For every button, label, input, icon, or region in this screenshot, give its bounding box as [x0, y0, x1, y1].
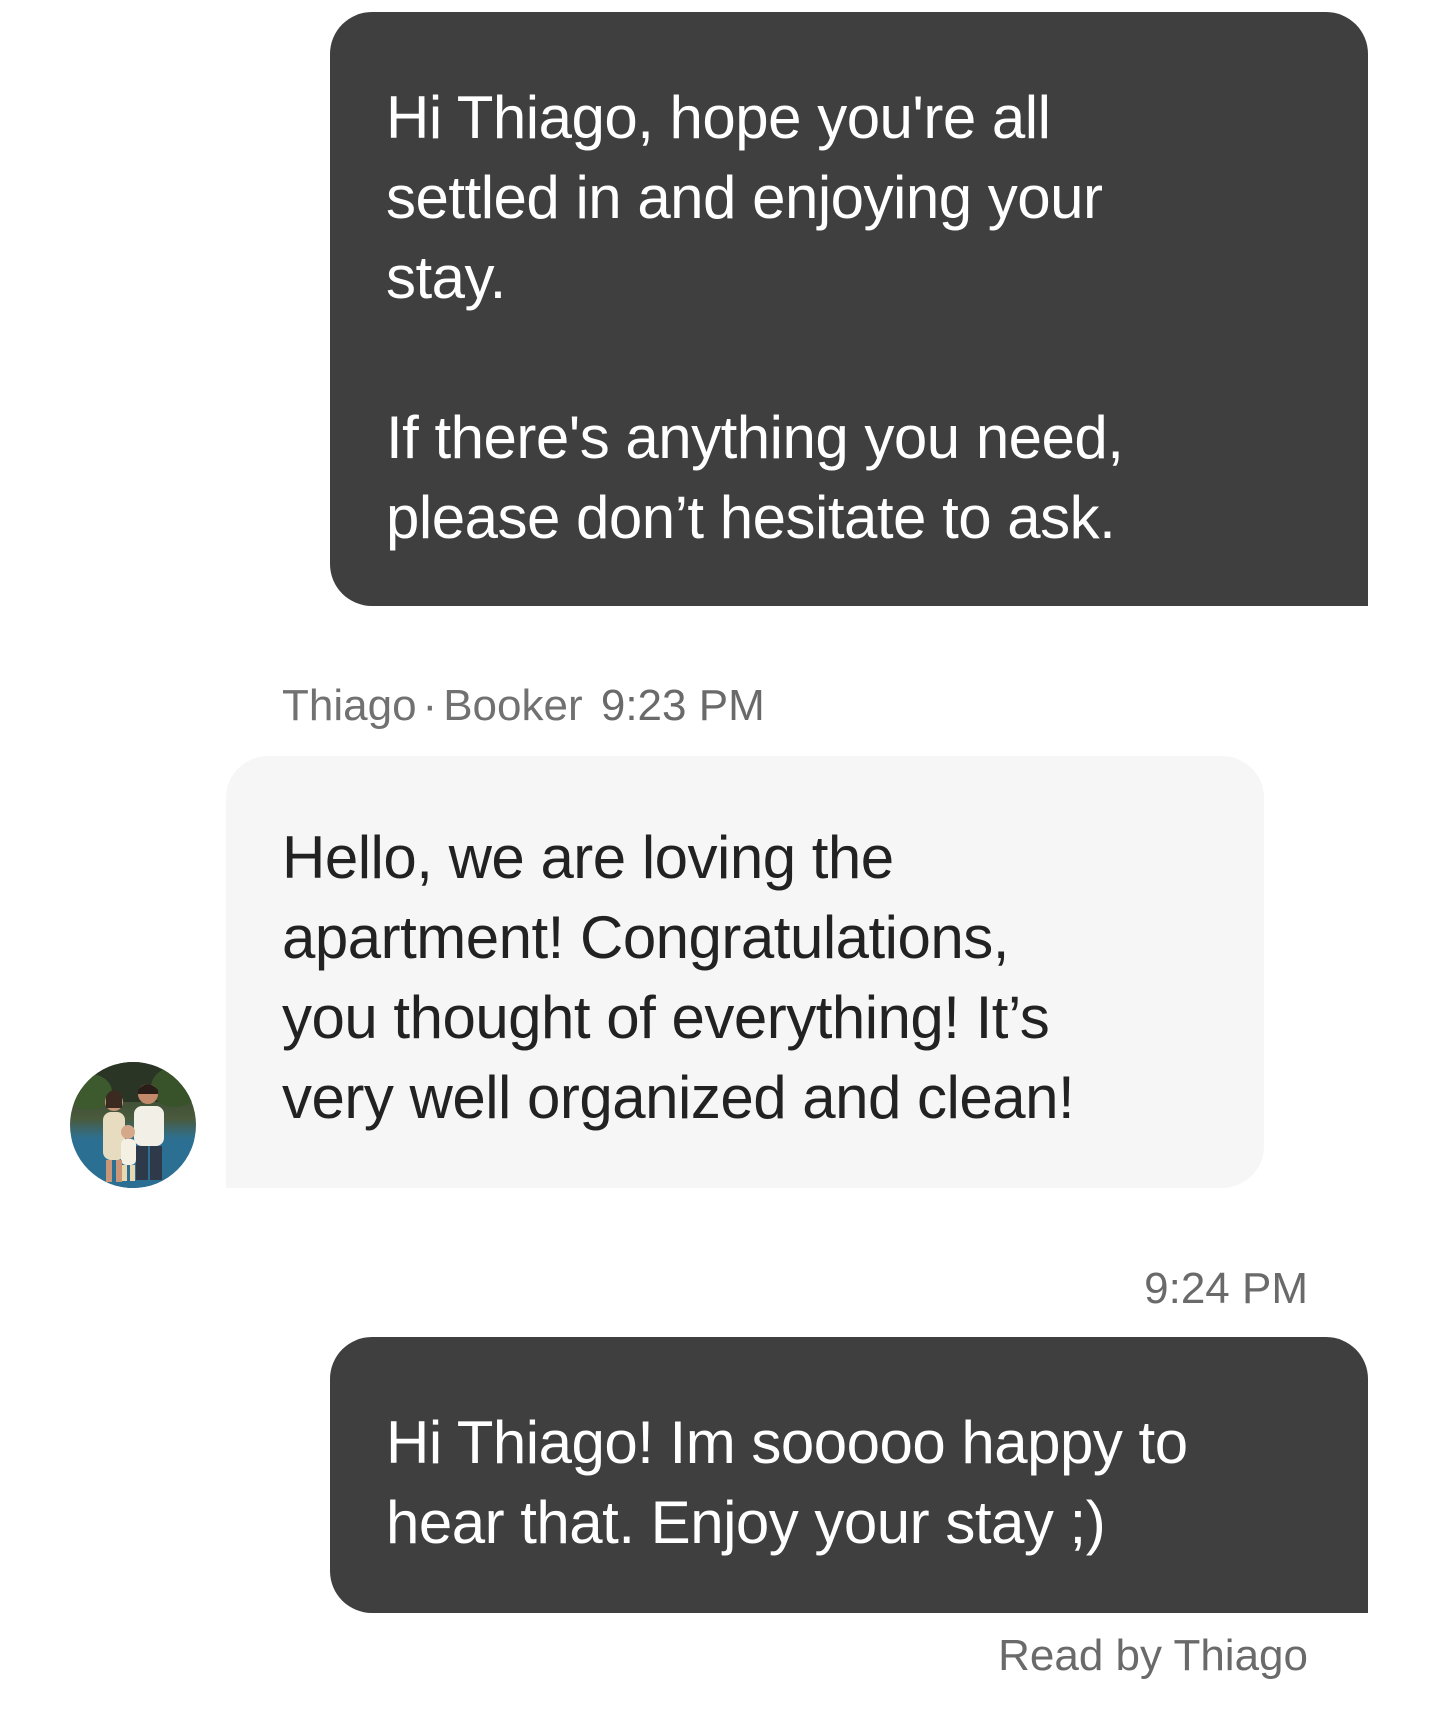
- meta-separator: ·: [422, 681, 438, 730]
- sent-message-bubble[interactable]: Hi Thiago! Im sooooo happy to hear that.…: [330, 1337, 1368, 1613]
- sender-name[interactable]: Thiago: [282, 681, 417, 730]
- message-text: If there's anything you need, please don…: [386, 404, 1124, 551]
- message-timestamp: 9:23 PM: [600, 681, 765, 730]
- avatar-photo-icon: [70, 1062, 196, 1188]
- received-message-bubble[interactable]: Hello, we are loving the apartment! Cong…: [226, 756, 1264, 1188]
- message-text: Hi Thiago, hope you're all settled in an…: [386, 84, 1103, 311]
- message-thread: Hi Thiago, hope you're all settled in an…: [0, 0, 1440, 1713]
- sent-message-bubble[interactable]: Hi Thiago, hope you're all settled in an…: [330, 12, 1368, 606]
- sender-role: Booker: [443, 681, 583, 730]
- guest-avatar[interactable]: [70, 1062, 196, 1188]
- message-timestamp: 9:24 PM: [1144, 1264, 1308, 1313]
- message-text: Hi Thiago! Im sooooo happy to hear that.…: [386, 1409, 1188, 1556]
- message-text: Hello, we are loving the apartment! Cong…: [282, 824, 1075, 1131]
- sender-meta: Thiago · Booker 9:23 PM: [282, 680, 765, 732]
- read-receipt: Read by Thiago: [998, 1631, 1308, 1680]
